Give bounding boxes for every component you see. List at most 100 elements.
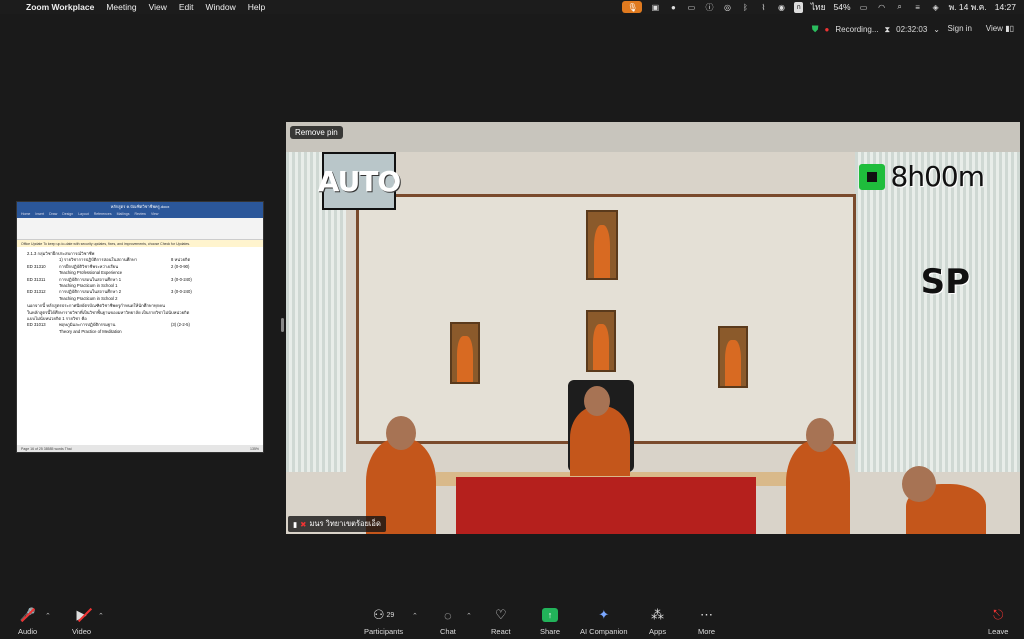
participants-icon: ⚇ 29: [372, 607, 395, 622]
portrait-image: [586, 310, 616, 372]
doc-page: 2.1.3 กลุ่มวิชาฝึกประสบการณ์วิชาชีพ 1) ร…: [17, 247, 263, 339]
splitter-handle[interactable]: [281, 318, 284, 332]
menu-help[interactable]: Help: [248, 2, 265, 12]
portrait-image: [586, 210, 618, 280]
participants-options-chevron-icon[interactable]: ⌃: [412, 612, 418, 620]
view-button[interactable]: View ▮▯: [986, 24, 1014, 33]
apps-button[interactable]: ⁂ Apps: [649, 606, 666, 636]
leave-button[interactable]: ⎋ Leave: [988, 606, 1008, 636]
ai-companion-button[interactable]: ✦ AI Companion: [580, 606, 628, 636]
person-image: [786, 440, 850, 534]
portrait-image: [450, 322, 480, 384]
audio-options-chevron-icon[interactable]: ⌃: [45, 612, 51, 620]
portrait-image: [718, 326, 748, 388]
signal-icon: ▮: [293, 519, 298, 529]
tab-insert: Insert: [35, 212, 45, 216]
doc-status-bar: Page 16 of 25 38585 words Thai 135%: [17, 445, 263, 452]
person-image: [570, 406, 630, 476]
person-head-image: [806, 418, 834, 452]
office-update-bar: Office Update To keep up-to-date with se…: [17, 240, 263, 247]
recording-status[interactable]: ⛊ ● Recording... ⧗ 02:32:03 ⌄: [812, 24, 940, 35]
mic-muted-icon: ✖: [300, 519, 307, 529]
input-source-badge[interactable]: ก: [794, 1, 803, 13]
shared-screen-thumbnail[interactable]: หลักสูตร ค.บัณฑิตวิชาชีพครู.docx Home In…: [16, 201, 264, 453]
ribbon-tabs: Home Insert Draw Design Layout Reference…: [17, 210, 263, 218]
chat-options-chevron-icon[interactable]: ⌃: [466, 612, 472, 620]
chat-icon: ◌: [444, 607, 452, 623]
meeting-toolbar: [0, 600, 1024, 639]
auto-label: AUTO: [318, 152, 401, 210]
tab-references: References: [93, 212, 112, 216]
camera-off-icon: ▶: [77, 606, 92, 624]
chat-button[interactable]: ◌ Chat: [440, 606, 456, 637]
wifi-icon[interactable]: ◠: [877, 2, 887, 12]
video-options-chevron-icon[interactable]: ⌃: [98, 612, 104, 620]
share-arrow-icon: ↑: [542, 608, 558, 622]
more-icon: ⋯: [700, 607, 714, 622]
siri-icon[interactable]: ◈: [931, 2, 941, 12]
bluetooth-icon[interactable]: ᛒ: [740, 2, 750, 12]
microphone-in-use-icon[interactable]: 🎙: [622, 1, 643, 13]
audio-button[interactable]: 🎤 Audio: [18, 606, 37, 636]
sparkle-icon: ✦: [598, 607, 610, 622]
encryption-shield-icon[interactable]: ⛊: [812, 24, 819, 35]
menu-bar: Zoom Workplace Meeting View Edit Window …: [0, 0, 1024, 14]
meeting-duration[interactable]: 02:32:03: [896, 25, 927, 34]
tab-draw: Draw: [49, 212, 58, 216]
more-button[interactable]: ⋯ More: [698, 606, 715, 636]
recording-dot-icon: ●: [824, 25, 830, 34]
chevron-down-icon[interactable]: ⌄: [933, 25, 940, 34]
view-grid-icon: ▮▯: [1005, 24, 1014, 33]
participant-name-tag: ▮ ✖ มนร วิทยาเขตร้อยเอ็ด: [288, 516, 386, 532]
menu-view[interactable]: View: [149, 2, 167, 12]
person-head-image: [584, 386, 610, 416]
heart-icon: ♡: [494, 607, 507, 622]
menu-meeting[interactable]: Meeting: [106, 2, 136, 12]
doc-zoom: 135%: [250, 446, 259, 451]
battery-icon[interactable]: ▭: [859, 2, 869, 12]
camera-timer-text: 8h00m: [890, 160, 985, 193]
doc-status-text: Page 16 of 25 38585 words Thai: [21, 446, 72, 451]
table-skirt-image: [456, 477, 756, 534]
wifi-off-icon[interactable]: ⌇: [758, 2, 768, 12]
camera-timer: 8h00m: [858, 160, 985, 193]
airdrop-icon[interactable]: ◎: [722, 2, 732, 12]
doc-title: หลักสูตร ค.บัณฑิตวิชาชีพครู.docx: [17, 202, 263, 210]
leave-icon: ⎋: [993, 607, 1004, 622]
react-button[interactable]: ♡ React: [491, 606, 511, 636]
battery-percent[interactable]: 54%: [834, 2, 851, 12]
video-button[interactable]: ▶ Video: [72, 606, 92, 636]
screen-icon[interactable]: ▭: [686, 2, 696, 12]
tab-view: View: [150, 212, 159, 216]
control-center-icon[interactable]: ≡: [913, 2, 923, 12]
tab-mailings: Mailings: [116, 212, 130, 216]
user-icon[interactable]: ◉: [776, 2, 786, 12]
input-source-label[interactable]: ไทย: [811, 0, 826, 14]
tab-layout: Layout: [78, 212, 89, 216]
pinned-video[interactable]: AUTO 8h00m SP Remove pin ▮ ✖ มนร วิทยาเข…: [286, 122, 1020, 534]
info-icon[interactable]: ⓘ: [704, 2, 714, 12]
share-button[interactable]: ↑ Share: [540, 606, 560, 636]
menu-window[interactable]: Window: [206, 2, 236, 12]
remove-pin-button[interactable]: Remove pin: [290, 126, 343, 139]
participant-name: มนร วิทยาเขตร้อยเอ็ด: [309, 519, 381, 528]
sign-in-button[interactable]: Sign in: [948, 24, 972, 33]
tab-design: Design: [62, 212, 74, 216]
microphone-muted-icon: 🎤: [20, 606, 36, 624]
apps-icon: ⁂: [651, 607, 665, 622]
line-app-icon[interactable]: ●: [668, 2, 678, 12]
camera-mode-label: SP: [920, 262, 970, 302]
hourglass-icon: ⧗: [884, 24, 891, 34]
participants-button[interactable]: ⚇ 29 Participants: [364, 606, 403, 636]
person-head-image: [386, 416, 416, 450]
menu-edit[interactable]: Edit: [179, 2, 194, 12]
search-icon[interactable]: ⌕: [895, 2, 905, 12]
table-row: Teaching Practicum in School 2: [59, 295, 118, 301]
recording-label[interactable]: Recording...: [835, 25, 878, 34]
menu-app-name[interactable]: Zoom Workplace: [26, 2, 94, 12]
menu-date[interactable]: พ. 14 พ.ค.: [949, 0, 987, 14]
zoom-tray-icon[interactable]: ▣: [650, 2, 660, 12]
menu-time[interactable]: 14:27: [995, 2, 1016, 12]
table-row: Theory and Practice of Meditation: [59, 328, 122, 334]
video-curtain-right: [855, 152, 1020, 472]
